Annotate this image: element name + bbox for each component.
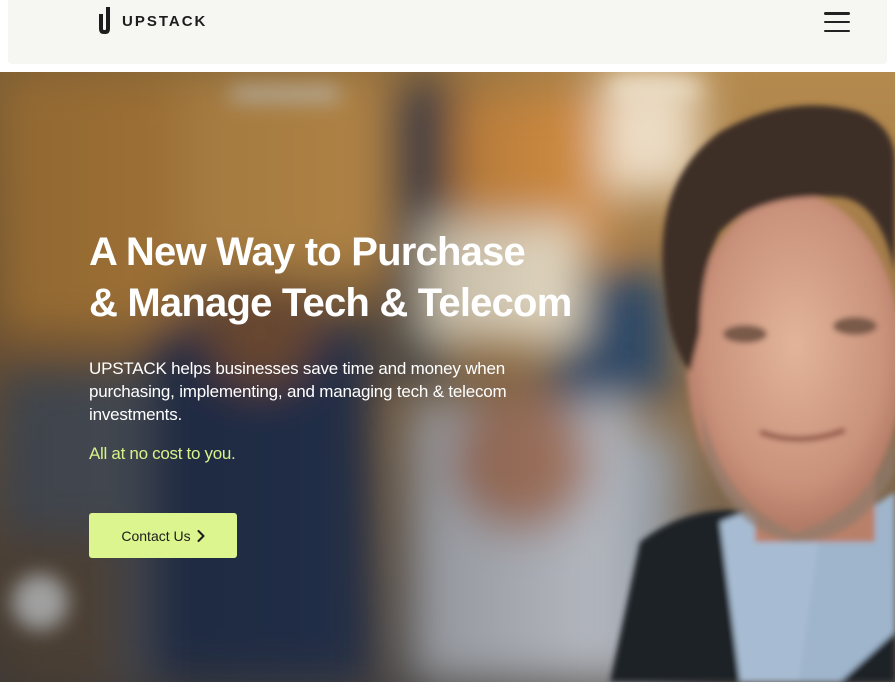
menu-bar	[824, 12, 850, 15]
menu-bar	[824, 20, 850, 24]
hero-description: UPSTACK helps businesses save time and m…	[89, 359, 507, 424]
hero-headline: A New Way to Purchase & Manage Tech & Te…	[89, 227, 649, 329]
brand-logo[interactable]: UPSTACK	[94, 5, 207, 37]
upstack-logo-icon	[99, 7, 110, 34]
hero-headline-line-2: & Manage Tech & Telecom	[89, 281, 572, 325]
site-header: UPSTACK	[8, 0, 887, 64]
contact-us-button[interactable]: Contact Us	[89, 513, 237, 558]
hamburger-menu-icon[interactable]	[823, 10, 851, 34]
hero-headline-line-1: A New Way to Purchase	[89, 230, 526, 274]
menu-bar	[824, 29, 850, 32]
hero-cost-note: All at no cost to you.	[89, 444, 236, 463]
contact-us-label: Contact Us	[121, 527, 191, 544]
hero-section: A New Way to Purchase & Manage Tech & Te…	[0, 72, 895, 682]
brand-name: UPSTACK	[122, 12, 208, 30]
chevron-right-icon	[197, 529, 205, 542]
